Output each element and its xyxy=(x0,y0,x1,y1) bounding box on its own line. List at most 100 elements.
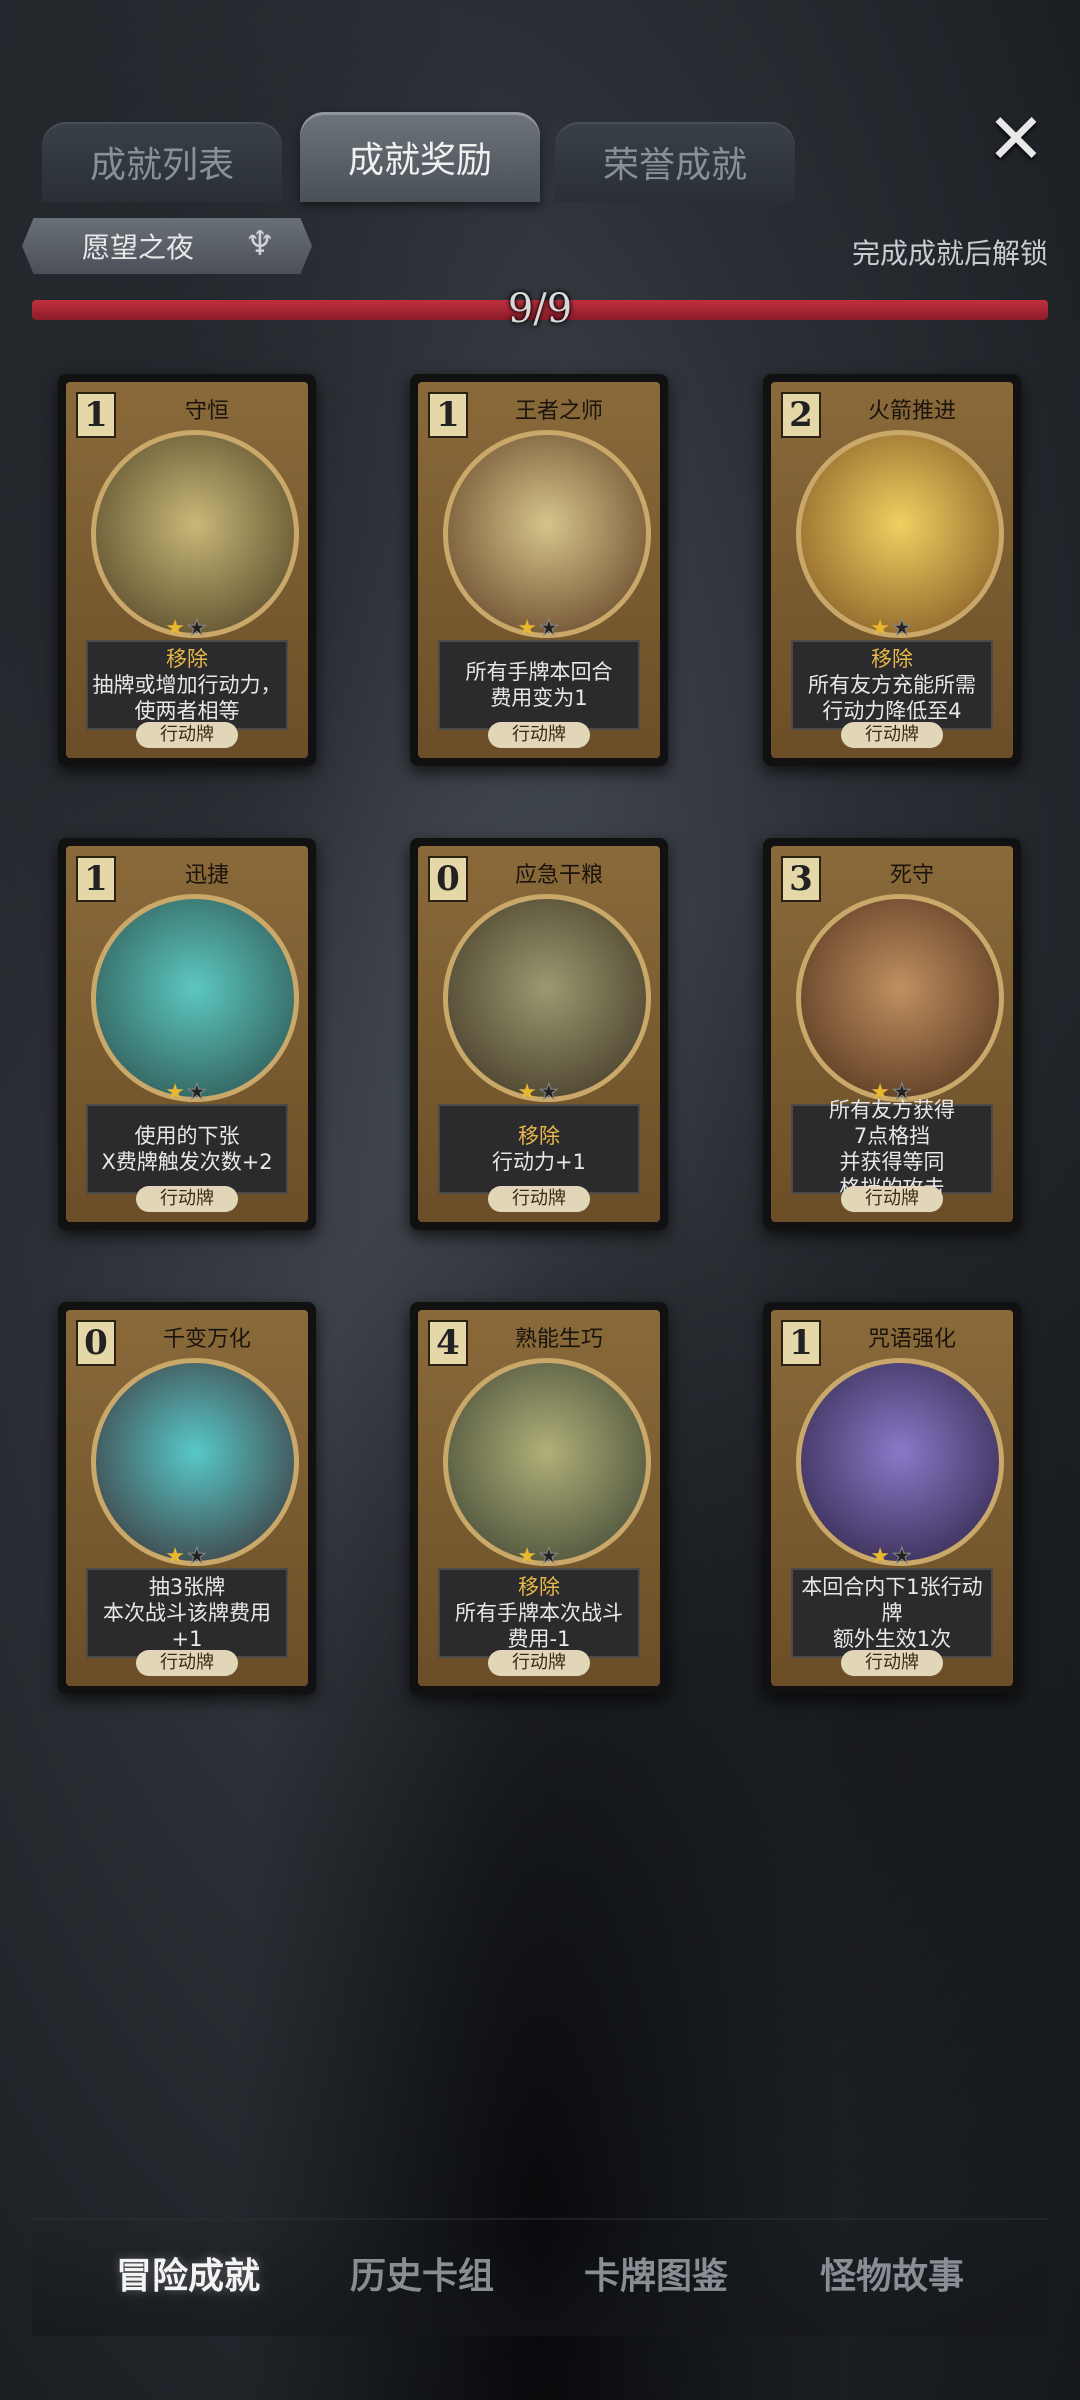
card-cost: 3 xyxy=(781,856,821,902)
card-description-line: 行动力+1 xyxy=(492,1150,586,1174)
card-name: 火箭推进 xyxy=(867,399,956,424)
unlock-hint: 完成成就后解锁 xyxy=(851,237,1048,270)
card-description-line: 抽3张牌 xyxy=(148,1575,226,1599)
card-frame: 2 火箭推进 ★★ 移除 所有友方充能所需 行动力降低至4 行动牌 xyxy=(771,382,1013,758)
card-cost: 1 xyxy=(76,392,116,438)
star-filled-icon: ★ xyxy=(517,616,539,641)
close-icon[interactable]: ✕ xyxy=(985,104,1047,174)
card-description: 移除 所有友方充能所需 行动力降低至4 xyxy=(791,640,993,730)
card-name: 咒语强化 xyxy=(867,1327,956,1352)
tab-achievement-list[interactable]: 成就列表 xyxy=(42,122,282,202)
card-stars: ★★ xyxy=(418,1544,660,1570)
card-description: 所有手牌本回合 费用变为1 xyxy=(438,640,640,730)
card-description: 移除 行动力+1 xyxy=(438,1104,640,1194)
card-stars: ★★ xyxy=(771,1544,1013,1570)
card-description-line: 额外生效1次 xyxy=(832,1627,952,1651)
tab-achievement-rewards[interactable]: 成就奖励 xyxy=(300,112,540,202)
card-stars: ★★ xyxy=(418,1080,660,1106)
card-type-label: 行动牌 xyxy=(136,722,238,748)
star-empty-icon: ★ xyxy=(539,1544,561,1570)
card-type-label: 行动牌 xyxy=(488,1186,590,1212)
reward-card[interactable]: 1 王者之师 ★★ 所有手牌本回合 费用变为1 行动牌 xyxy=(410,374,668,766)
card-art xyxy=(443,894,651,1102)
card-art xyxy=(796,894,1004,1102)
card-description-line: 移除 xyxy=(166,647,208,671)
card-description-line: 移除 xyxy=(518,1575,560,1599)
card-description-line: 移除 xyxy=(518,1124,560,1148)
card-name: 应急干粮 xyxy=(514,863,603,888)
card-description: 移除 抽牌或增加行动力， 使两者相等 xyxy=(86,640,288,730)
card-description-line: 所有手牌本回合 xyxy=(465,660,613,684)
reward-card[interactable]: 1 守恒 ★★ 移除 抽牌或增加行动力， 使两者相等 行动牌 xyxy=(58,374,316,766)
card-name: 王者之师 xyxy=(514,399,603,424)
star-filled-icon: ★ xyxy=(517,1544,539,1569)
card-art xyxy=(91,1358,299,1566)
card-name: 熟能生巧 xyxy=(514,1327,603,1352)
star-empty-icon: ★ xyxy=(892,616,914,642)
card-stars: ★★ xyxy=(66,1544,308,1570)
card-description: 抽3张牌 本次战斗该牌费用+1 xyxy=(86,1568,288,1658)
nav-history-decks[interactable]: 历史卡组 xyxy=(322,2248,522,2304)
reward-card[interactable]: 0 千变万化 ★★ 抽3张牌 本次战斗该牌费用+1 行动牌 xyxy=(58,1302,316,1694)
reward-card[interactable]: 1 咒语强化 ★★ 本回合内下1张行动牌 额外生效1次 行动牌 xyxy=(763,1302,1021,1694)
star-empty-icon: ★ xyxy=(539,616,561,642)
card-frame: 0 千变万化 ★★ 抽3张牌 本次战斗该牌费用+1 行动牌 xyxy=(66,1310,308,1686)
card-cost: 1 xyxy=(76,856,116,902)
nav-monster-stories[interactable]: 怪物故事 xyxy=(792,2248,992,2304)
filter-emblem-icon[interactable]: ♆ xyxy=(240,224,280,264)
card-cost: 0 xyxy=(428,856,468,902)
card-frame: 1 迅捷 ★★ 使用的下张 X费牌触发次数+2 行动牌 xyxy=(66,846,308,1222)
card-cost: 2 xyxy=(781,392,821,438)
card-description: 使用的下张 X费牌触发次数+2 xyxy=(86,1104,288,1194)
card-name: 死守 xyxy=(889,863,934,888)
star-filled-icon: ★ xyxy=(165,616,187,641)
card-description-line: 费用-1 xyxy=(507,1627,571,1651)
star-empty-icon: ★ xyxy=(187,616,209,642)
card-description-line: 移除 xyxy=(871,647,913,671)
card-stars: ★★ xyxy=(771,616,1013,642)
card-art xyxy=(443,430,651,638)
nav-adventure-achievements[interactable]: 冒险成就 xyxy=(88,2248,288,2304)
card-description-line: 使用的下张 xyxy=(134,1124,240,1148)
reward-card[interactable]: 4 熟能生巧 ★★ 移除 所有手牌本次战斗 费用-1 行动牌 xyxy=(410,1302,668,1694)
card-description-line: 所有手牌本次战斗 xyxy=(455,1601,623,1625)
reward-card[interactable]: 0 应急干粮 ★★ 移除 行动力+1 行动牌 xyxy=(410,838,668,1230)
card-art xyxy=(796,1358,1004,1566)
star-empty-icon: ★ xyxy=(187,1544,209,1570)
card-description-line: 并获得等同 xyxy=(839,1150,945,1174)
card-description-line: 本次战斗该牌费用+1 xyxy=(103,1601,271,1651)
card-frame: 4 熟能生巧 ★★ 移除 所有手牌本次战斗 费用-1 行动牌 xyxy=(418,1310,660,1686)
card-cost: 1 xyxy=(781,1320,821,1366)
card-stars: ★★ xyxy=(66,1080,308,1106)
card-art xyxy=(443,1358,651,1566)
star-empty-icon: ★ xyxy=(892,1544,914,1570)
star-empty-icon: ★ xyxy=(187,1080,209,1106)
card-description: 移除 所有手牌本次战斗 费用-1 xyxy=(438,1568,640,1658)
card-description-line: 所有友方充能所需 xyxy=(808,673,976,697)
card-description: 所有友方获得7点格挡并获得等同格挡的攻击 xyxy=(791,1098,993,1200)
card-description: 本回合内下1张行动牌 额外生效1次 xyxy=(791,1568,993,1658)
card-type-label: 行动牌 xyxy=(841,722,943,748)
card-art xyxy=(796,430,1004,638)
card-type-label: 行动牌 xyxy=(488,722,590,748)
reward-card[interactable]: 1 迅捷 ★★ 使用的下张 X费牌触发次数+2 行动牌 xyxy=(58,838,316,1230)
card-name: 守恒 xyxy=(184,399,229,424)
card-frame: 1 咒语强化 ★★ 本回合内下1张行动牌 额外生效1次 行动牌 xyxy=(771,1310,1013,1686)
card-description-line: 抽牌或增加行动力， xyxy=(92,673,282,697)
tab-honor-achievements[interactable]: 荣誉成就 xyxy=(555,122,795,202)
card-type-label: 行动牌 xyxy=(841,1650,943,1676)
card-type-label: 行动牌 xyxy=(136,1650,238,1676)
card-description-line: X费牌触发次数+2 xyxy=(101,1150,273,1174)
nav-card-codex[interactable]: 卡牌图鉴 xyxy=(556,2248,756,2304)
card-cost: 1 xyxy=(428,392,468,438)
card-art xyxy=(91,430,299,638)
card-frame: 1 守恒 ★★ 移除 抽牌或增加行动力， 使两者相等 行动牌 xyxy=(66,382,308,758)
star-empty-icon: ★ xyxy=(539,1080,561,1106)
reward-card[interactable]: 3死守★★所有友方获得7点格挡并获得等同格挡的攻击行动牌 xyxy=(763,838,1021,1230)
card-type-label: 行动牌 xyxy=(488,1650,590,1676)
reward-card[interactable]: 2 火箭推进 ★★ 移除 所有友方充能所需 行动力降低至4 行动牌 xyxy=(763,374,1021,766)
card-description-line: 费用变为1 xyxy=(490,686,588,710)
wish-night-label: 愿望之夜 xyxy=(82,231,195,264)
progress-text: 9/9 xyxy=(507,286,573,332)
card-cost: 0 xyxy=(76,1320,116,1366)
